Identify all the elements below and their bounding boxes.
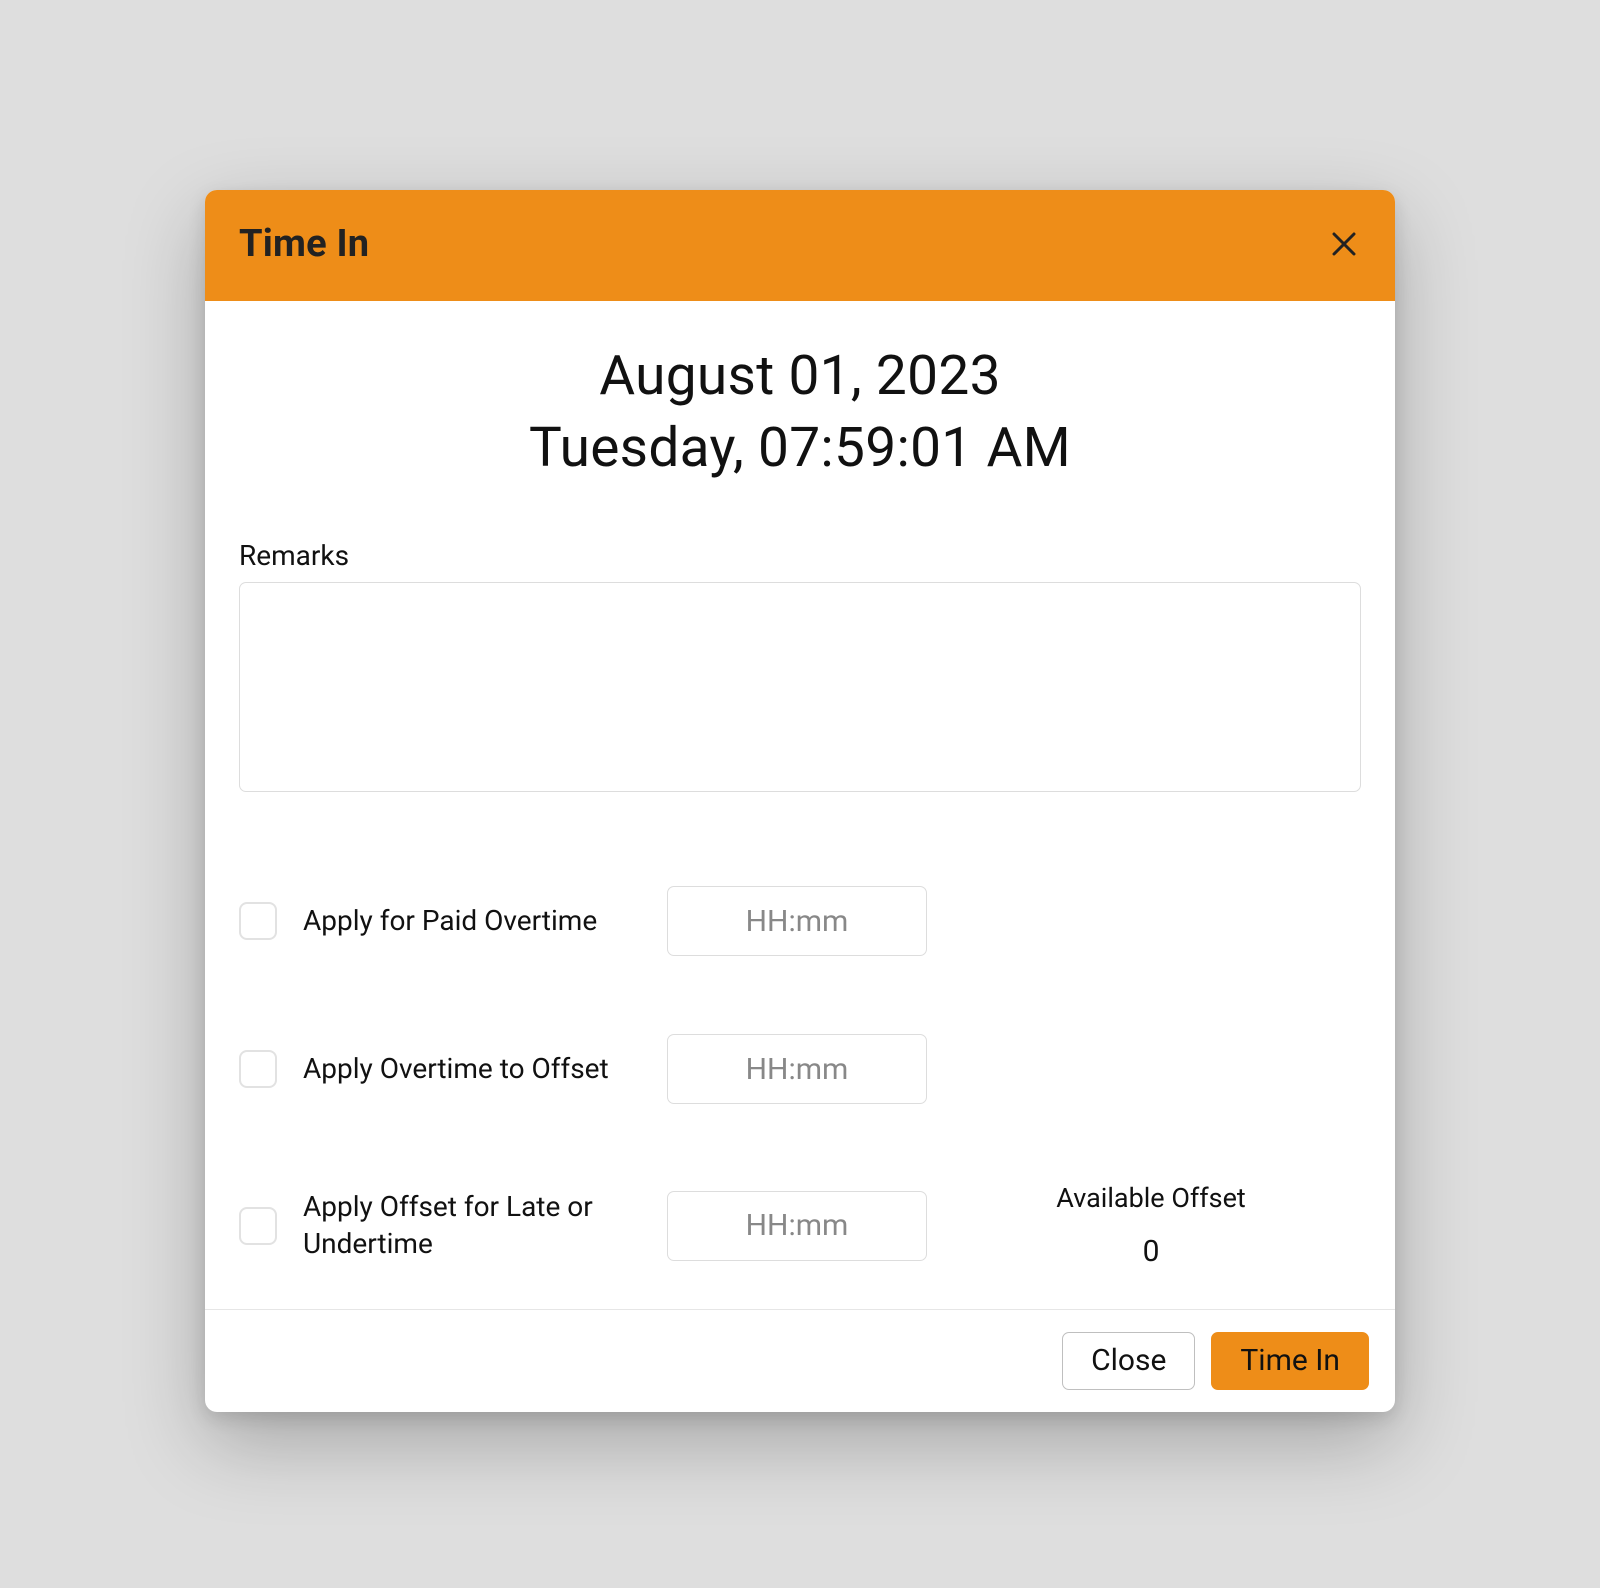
datetime-display: August 01, 2023 Tuesday, 07:59:01 AM bbox=[239, 341, 1361, 484]
option-paid-overtime: Apply for Paid Overtime bbox=[239, 886, 1361, 956]
option-overtime-offset: Apply Overtime to Offset bbox=[239, 1034, 1361, 1104]
offset-late-time-input[interactable] bbox=[667, 1191, 927, 1261]
options-section: Apply for Paid Overtime Apply Overtime t… bbox=[239, 886, 1361, 1269]
time-in-modal: Time In August 01, 2023 Tuesday, 07:59:0… bbox=[205, 190, 1395, 1412]
modal-title: Time In bbox=[239, 222, 369, 266]
remarks-input[interactable] bbox=[239, 582, 1361, 792]
day-time-line: Tuesday, 07:59:01 AM bbox=[239, 413, 1361, 485]
offset-late-label: Apply Offset for Late or Undertime bbox=[303, 1189, 653, 1262]
overtime-offset-label: Apply Overtime to Offset bbox=[303, 1051, 653, 1087]
overtime-offset-time-input[interactable] bbox=[667, 1034, 927, 1104]
paid-overtime-time-input[interactable] bbox=[667, 886, 927, 956]
modal-footer: Close Time In bbox=[205, 1309, 1395, 1412]
overtime-offset-checkbox[interactable] bbox=[239, 1050, 277, 1088]
available-offset-block: Available Offset 0 bbox=[941, 1182, 1361, 1269]
offset-late-checkbox[interactable] bbox=[239, 1207, 277, 1245]
paid-overtime-label: Apply for Paid Overtime bbox=[303, 903, 653, 939]
available-offset-value: 0 bbox=[941, 1234, 1361, 1269]
close-icon[interactable] bbox=[1327, 227, 1361, 261]
date-line: August 01, 2023 bbox=[239, 341, 1361, 413]
available-offset-label: Available Offset bbox=[941, 1182, 1361, 1214]
paid-overtime-checkbox[interactable] bbox=[239, 902, 277, 940]
remarks-label: Remarks bbox=[239, 539, 1361, 572]
close-button[interactable]: Close bbox=[1062, 1332, 1195, 1390]
modal-body: August 01, 2023 Tuesday, 07:59:01 AM Rem… bbox=[205, 301, 1395, 1309]
time-in-button[interactable]: Time In bbox=[1211, 1332, 1369, 1390]
modal-header: Time In bbox=[205, 190, 1395, 301]
remarks-field: Remarks bbox=[239, 539, 1361, 796]
option-offset-late: Apply Offset for Late or Undertime Avail… bbox=[239, 1182, 1361, 1269]
